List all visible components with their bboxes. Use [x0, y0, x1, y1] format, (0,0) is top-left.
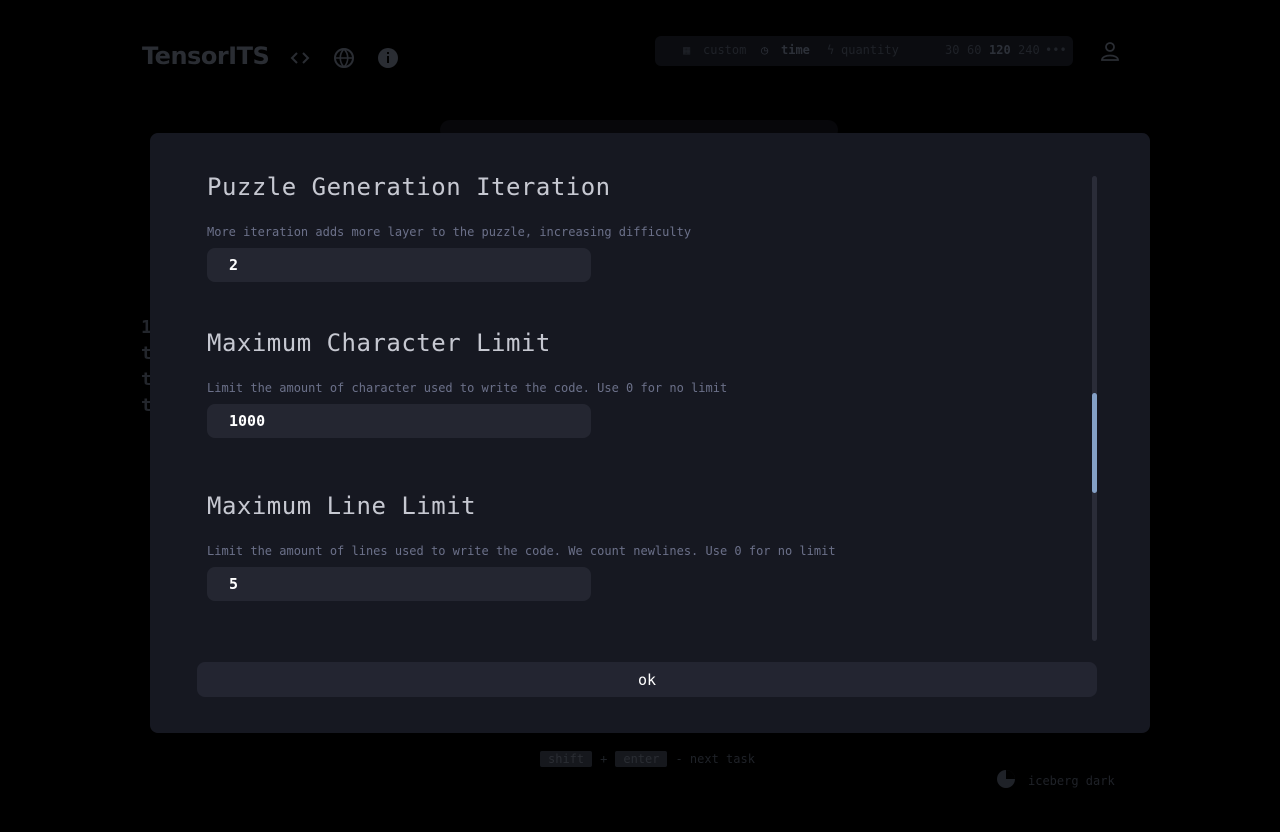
- setting-description: More iteration adds more layer to the pu…: [207, 225, 692, 239]
- modal-scrollbar[interactable]: [1092, 176, 1097, 641]
- setting-puzzle-iteration: Puzzle Generation Iteration More iterati…: [207, 173, 691, 282]
- footer-hint: shift + enter - next task: [540, 751, 755, 767]
- app-logo[interactable]: TensorITS: [142, 42, 270, 70]
- setting-character-limit: Maximum Character Limit Limit the amount…: [207, 329, 727, 438]
- setting-title: Puzzle Generation Iteration: [207, 173, 611, 201]
- mode-bar: ▦ custom ◷ time ϟ quantity 30 60 120 240…: [655, 36, 1073, 66]
- hint-text: - next task: [675, 752, 755, 766]
- time-60[interactable]: 60: [967, 43, 981, 57]
- settings-modal: Puzzle Generation Iteration More iterati…: [150, 133, 1150, 733]
- time-240[interactable]: 240: [1018, 43, 1040, 57]
- key-shift: shift: [540, 751, 593, 767]
- info-icon[interactable]: [377, 47, 399, 69]
- setting-title: Maximum Line Limit: [207, 492, 477, 520]
- grid-icon: ▦: [683, 43, 691, 57]
- time-120[interactable]: 120: [989, 43, 1011, 57]
- globe-icon[interactable]: [333, 47, 355, 69]
- setting-description: Limit the amount of character used to wr…: [207, 381, 728, 395]
- theme-name: iceberg dark: [1028, 773, 1115, 788]
- scrollbar-thumb[interactable]: [1092, 393, 1097, 493]
- clock-icon: ◷: [761, 43, 769, 57]
- setting-description: Limit the amount of lines used to write …: [207, 544, 836, 558]
- mode-time[interactable]: time: [781, 43, 810, 57]
- user-icon[interactable]: [1100, 41, 1120, 61]
- iteration-input[interactable]: [207, 248, 591, 282]
- palette-icon: [996, 769, 1016, 792]
- ok-button[interactable]: ok: [197, 662, 1097, 697]
- mode-quantity[interactable]: quantity: [841, 43, 899, 57]
- theme-switcher[interactable]: iceberg dark: [996, 769, 1115, 792]
- setting-line-limit: Maximum Line Limit Limit the amount of l…: [207, 492, 836, 601]
- settings-scroll-area[interactable]: Puzzle Generation Iteration More iterati…: [150, 133, 1150, 643]
- line-limit-input[interactable]: [207, 567, 591, 601]
- character-limit-input[interactable]: [207, 404, 591, 438]
- bolt-icon: ϟ: [827, 43, 835, 57]
- key-plus: +: [600, 752, 608, 766]
- setting-title: Maximum Character Limit: [207, 329, 551, 357]
- more-times[interactable]: •••: [1045, 43, 1067, 57]
- code-icon[interactable]: [289, 47, 311, 69]
- key-enter: enter: [615, 751, 668, 767]
- time-30[interactable]: 30: [945, 43, 959, 57]
- mode-custom[interactable]: custom: [703, 43, 746, 57]
